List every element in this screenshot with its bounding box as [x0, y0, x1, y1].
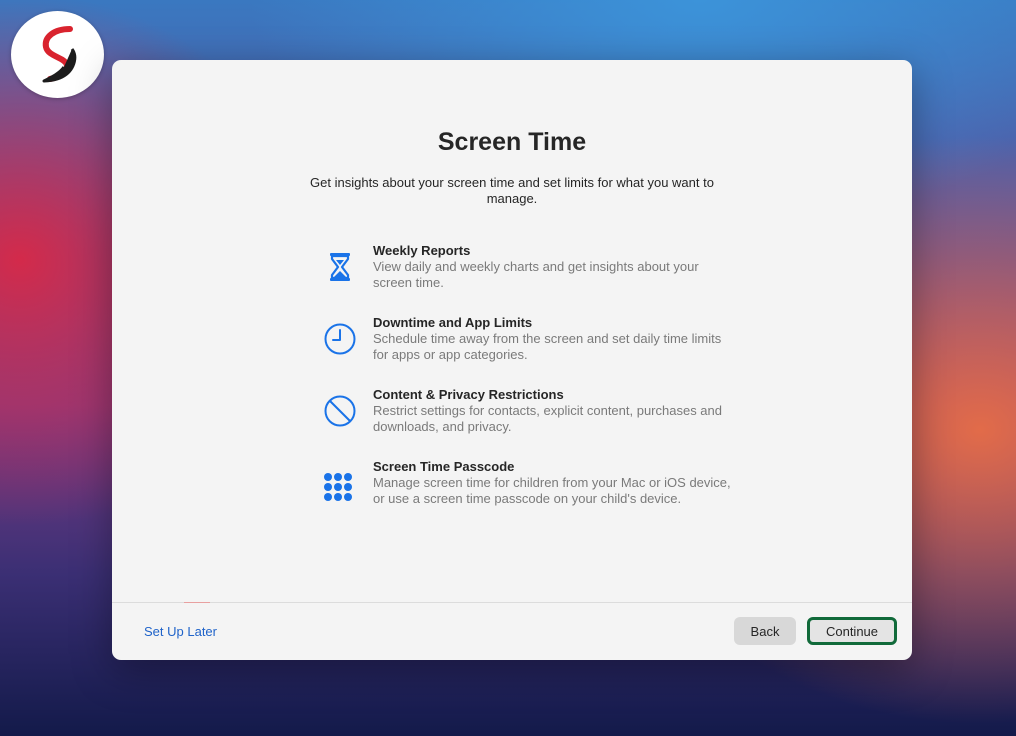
dialog-footer: Set Up Later Back Continue [112, 602, 912, 660]
feature-title: Downtime and App Limits [373, 315, 533, 330]
feature-description: View daily and weekly charts and get ins… [373, 259, 699, 290]
clock-icon [322, 321, 358, 357]
feature-weekly-reports: Weekly Reports View daily and weekly cha… [322, 243, 732, 315]
feature-description: Restrict settings for contacts, explicit… [373, 403, 723, 434]
set-up-later-link[interactable]: Set Up Later [144, 624, 217, 639]
feature-description: Schedule time away from the screen and s… [373, 331, 722, 362]
back-button[interactable]: Back [734, 617, 796, 645]
hourglass-icon [322, 249, 358, 285]
feature-title: Content & Privacy Restrictions [373, 387, 564, 402]
feature-passcode: Screen Time Passcode Manage screen time … [322, 459, 732, 531]
continue-button[interactable]: Continue [807, 617, 897, 645]
keypad-icon [322, 471, 358, 507]
feature-title: Weekly Reports [373, 243, 471, 258]
prohibited-icon [322, 393, 358, 429]
page-subtitle: Get insights about your screen time and … [310, 175, 714, 206]
footer-divider-accent [184, 602, 210, 603]
feature-downtime: Downtime and App Limits Schedule time aw… [322, 315, 732, 387]
feature-list: Weekly Reports View daily and weekly cha… [322, 243, 732, 531]
app-logo [11, 11, 104, 98]
feature-title: Screen Time Passcode [373, 459, 515, 474]
screen-time-dialog: Screen Time Get insights about your scre… [112, 60, 912, 660]
feature-content-privacy: Content & Privacy Restrictions Restrict … [322, 387, 732, 459]
logo-s-icon [42, 25, 76, 82]
page-title: Screen Time [437, 128, 587, 156]
feature-description: Manage screen time for children from you… [373, 475, 731, 506]
